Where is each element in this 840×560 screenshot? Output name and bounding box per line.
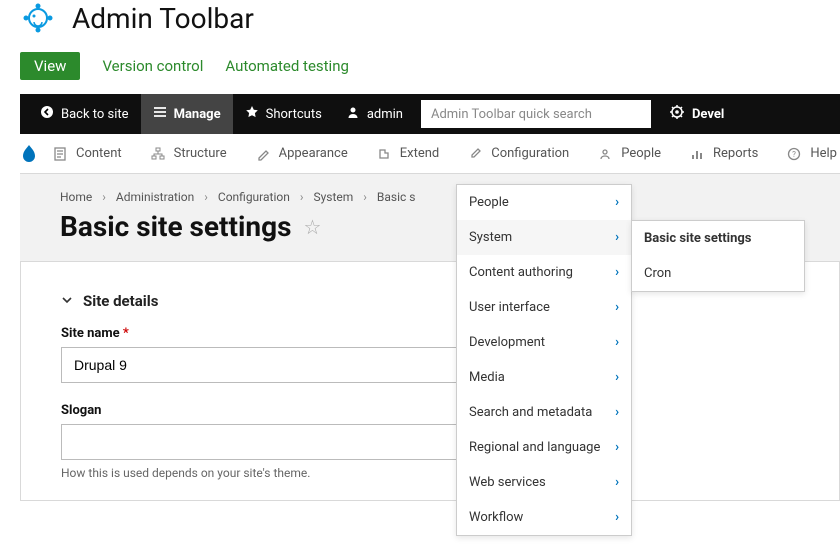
star-icon (245, 105, 259, 123)
system-item-cron[interactable]: Cron (632, 256, 804, 291)
slogan-help-text: How this is used depends on your site's … (61, 466, 839, 480)
config-item-system[interactable]: System› (457, 220, 631, 255)
config-item-regional-language[interactable]: Regional and language› (457, 430, 631, 465)
appearance-icon (255, 146, 271, 162)
person-icon (346, 105, 360, 123)
chevron-right-icon: › (615, 370, 619, 385)
devel-label: Devel (692, 107, 724, 122)
chevron-right-icon: › (615, 405, 619, 420)
chevron-right-icon: › (615, 335, 619, 350)
chevron-right-icon: › (615, 510, 619, 525)
devel-link[interactable]: Devel (657, 94, 736, 134)
admin-bar: Back to site Manage Shortcuts admin Admi… (20, 94, 840, 134)
nav-structure[interactable]: Structure (136, 134, 241, 173)
chevron-right-icon: › (363, 190, 367, 204)
people-icon (597, 146, 613, 162)
extend-icon (376, 146, 392, 162)
nav-reports-label: Reports (713, 146, 758, 161)
configuration-flyout: People› System› Content authoring› User … (456, 184, 632, 536)
nav-help[interactable]: ? Help (772, 134, 840, 173)
drupal-home-icon[interactable] (20, 134, 38, 173)
tab-version-control[interactable]: Version control (102, 57, 203, 75)
crumb-configuration[interactable]: Configuration (218, 190, 290, 204)
crumb-home[interactable]: Home (60, 190, 92, 204)
shortcuts-link[interactable]: Shortcuts (233, 94, 334, 134)
config-item-media[interactable]: Media› (457, 360, 631, 395)
svg-text:?: ? (792, 150, 796, 159)
admin-search-placeholder: Admin Toolbar quick search (431, 107, 592, 122)
reports-icon (689, 146, 705, 162)
chevron-right-icon: › (204, 190, 208, 204)
nav-reports[interactable]: Reports (675, 134, 772, 173)
config-item-user-interface[interactable]: User interface› (457, 290, 631, 325)
gear-icon (669, 104, 685, 124)
user-label: admin (367, 107, 403, 122)
favorite-star-icon[interactable]: ☆ (303, 215, 321, 239)
crumb-basic: Basic s (377, 190, 416, 204)
slogan-field[interactable] (61, 424, 521, 460)
help-icon: ? (786, 146, 802, 162)
chevron-right-icon: › (615, 300, 619, 315)
chevron-right-icon: › (615, 230, 619, 245)
config-item-content-authoring[interactable]: Content authoring› (457, 255, 631, 290)
structure-icon (150, 146, 166, 162)
admin-toolbar-search[interactable]: Admin Toolbar quick search (421, 100, 651, 128)
tab-automated-testing[interactable]: Automated testing (225, 57, 349, 75)
secondary-nav: Content Structure Appearance Extend Conf… (20, 134, 840, 174)
nav-content-label: Content (76, 146, 122, 161)
nav-people[interactable]: People (583, 134, 675, 173)
admin-toolbar-logo (20, 0, 56, 36)
nav-structure-label: Structure (174, 146, 227, 161)
hamburger-icon (153, 105, 167, 123)
config-item-search-metadata[interactable]: Search and metadata› (457, 395, 631, 430)
back-to-site-link[interactable]: Back to site (28, 94, 141, 134)
site-name-field[interactable] (61, 347, 521, 383)
system-item-basic-site-settings[interactable]: Basic site settings (632, 221, 804, 256)
manage-link[interactable]: Manage (141, 94, 233, 134)
configuration-icon (467, 146, 483, 162)
config-item-web-services[interactable]: Web services› (457, 465, 631, 500)
user-link[interactable]: admin (334, 94, 415, 134)
chevron-right-icon: › (615, 265, 619, 280)
chevron-down-icon (61, 292, 73, 310)
nav-extend-label: Extend (400, 146, 440, 161)
tab-view[interactable]: View (20, 52, 80, 80)
nav-help-label: Help (810, 146, 837, 161)
required-mark: * (123, 326, 129, 341)
chevron-right-icon: › (615, 475, 619, 490)
crumb-administration[interactable]: Administration (116, 190, 194, 204)
nav-content[interactable]: Content (38, 134, 136, 173)
breadcrumb: Home › Administration › Configuration › … (60, 190, 840, 204)
project-title: Admin Toolbar (72, 2, 254, 35)
chevron-right-icon: › (102, 190, 106, 204)
back-to-site-label: Back to site (61, 107, 129, 122)
site-details-label: Site details (83, 292, 158, 310)
config-item-development[interactable]: Development› (457, 325, 631, 360)
page-title: Basic site settings (60, 210, 291, 243)
chevron-right-icon: › (300, 190, 304, 204)
site-details-summary[interactable]: Site details (61, 292, 839, 310)
config-item-people[interactable]: People› (457, 185, 631, 220)
manage-label: Manage (174, 107, 221, 122)
config-item-workflow[interactable]: Workflow› (457, 500, 631, 535)
site-name-label: Site name * (61, 326, 839, 341)
system-flyout: Basic site settings Cron (631, 220, 805, 292)
content-icon (52, 146, 68, 162)
nav-configuration[interactable]: Configuration (453, 134, 583, 173)
nav-extend[interactable]: Extend (362, 134, 454, 173)
crumb-system[interactable]: System (313, 190, 353, 204)
nav-people-label: People (621, 146, 661, 161)
slogan-label: Slogan (61, 403, 839, 418)
chevron-right-icon: › (615, 440, 619, 455)
back-icon (40, 105, 54, 123)
shortcuts-label: Shortcuts (266, 107, 322, 122)
chevron-right-icon: › (615, 195, 619, 210)
nav-appearance[interactable]: Appearance (241, 134, 362, 173)
nav-appearance-label: Appearance (279, 146, 348, 161)
nav-configuration-label: Configuration (491, 146, 569, 161)
